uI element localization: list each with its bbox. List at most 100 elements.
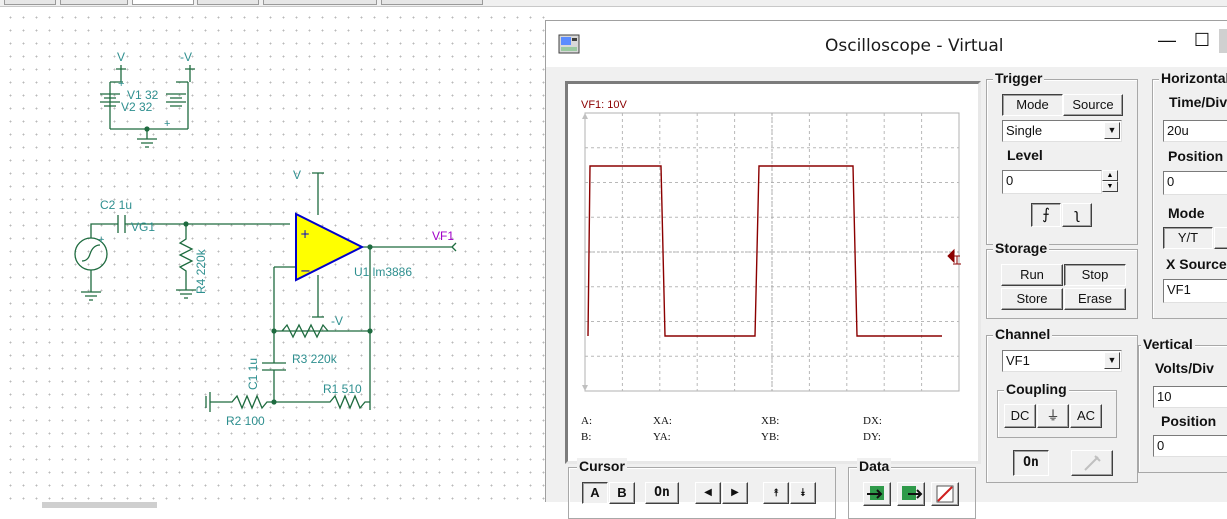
readout-b: B: <box>581 431 592 443</box>
r2-ground <box>205 392 211 412</box>
readout-dx: DX: <box>863 415 882 427</box>
r4-resistor[interactable] <box>176 224 196 299</box>
opamp-minus-input: − <box>300 264 311 279</box>
scope-display: VF1: 10V <box>581 99 961 392</box>
close-button[interactable] <box>1219 29 1227 53</box>
junction-dot <box>367 244 373 250</box>
toolbar-tab[interactable] <box>132 0 194 5</box>
c1-capacitor[interactable] <box>262 331 286 402</box>
coupling-group: Coupling DC ⏚ AC <box>997 381 1117 438</box>
toolbar-tab[interactable] <box>197 0 259 5</box>
trigger-mode-button[interactable]: Mode <box>1002 94 1063 116</box>
output-wire <box>362 242 457 252</box>
source-plus-sign: + <box>98 234 104 246</box>
schematic-canvas[interactable]: V -V V1 32 V2 32 C2 1u VG1 U1 lm3886 R3 … <box>0 7 545 508</box>
minimize-button[interactable]: — <box>1152 27 1182 53</box>
horizontal-position-label: Position <box>1168 148 1224 164</box>
opamp-supply-v <box>312 172 324 215</box>
oscilloscope-app-icon <box>558 34 580 54</box>
trigger-group: Trigger Mode Source Single ▼ Level 0 ▲ ▼… <box>986 70 1138 245</box>
run-button[interactable]: Run <box>1001 264 1063 286</box>
data-group: Data <box>848 458 976 519</box>
oscilloscope-window: Oscilloscope - Virtual — ☐ VF1: 10V A: B… <box>545 20 1227 519</box>
vg1-sine-glyph <box>81 244 101 262</box>
junction-dot <box>271 399 277 405</box>
ac-coupling-button[interactable]: AC <box>1070 404 1102 428</box>
volts-div-input[interactable]: 10 <box>1153 386 1227 408</box>
bottom-marker <box>582 385 588 391</box>
data-clear-icon[interactable] <box>931 482 959 506</box>
trigger-level-input[interactable]: 0 <box>1002 170 1102 194</box>
store-button[interactable]: Store <box>1001 288 1063 310</box>
channel-scale-label: VF1: 10V <box>581 99 628 111</box>
maximize-button[interactable]: ☐ <box>1187 27 1217 53</box>
readout-dy: DY: <box>863 431 881 443</box>
r2-label: R2 100 <box>226 414 265 428</box>
opamp-negv-pin-label: -V <box>331 314 343 328</box>
chevron-down-icon[interactable]: ▼ <box>1104 352 1120 369</box>
falling-edge-button[interactable]: ʅ <box>1062 203 1092 227</box>
data-import-icon[interactable] <box>863 482 891 506</box>
readout-yb: YB: <box>761 431 780 443</box>
junction-dot <box>367 328 373 334</box>
opamp-supply-negv <box>312 275 324 318</box>
channel-title: Channel <box>993 326 1053 342</box>
channel-select[interactable]: VF1 ▼ <box>1002 350 1122 372</box>
r1-r2-resistors[interactable] <box>210 394 370 410</box>
stop-button[interactable]: Stop <box>1064 264 1126 286</box>
source-ground <box>81 270 101 301</box>
data-title: Data <box>857 458 892 474</box>
toolbar-tab[interactable] <box>381 0 483 5</box>
toolbar-tab[interactable] <box>60 0 128 5</box>
oscilloscope-screen[interactable]: VF1: 10V A: B: XA: YA: XB: YB: DX: DY: <box>565 81 981 464</box>
toolbar-tab[interactable] <box>263 0 377 5</box>
u1-label: U1 lm3886 <box>354 265 412 279</box>
spin-down-icon[interactable]: ▼ <box>1102 181 1118 192</box>
v-terminal <box>116 65 126 70</box>
coupling-title: Coupling <box>1004 381 1069 397</box>
level-spinner[interactable]: ▲ ▼ <box>1102 170 1118 192</box>
horizontal-position-input[interactable]: 0 <box>1163 171 1227 195</box>
oscilloscope-titlebar[interactable]: Oscilloscope - Virtual — ☐ <box>546 21 1227 67</box>
rising-edge-button[interactable]: ⨍ <box>1031 203 1061 227</box>
data-export-icon[interactable] <box>897 482 925 506</box>
chevron-down-icon[interactable]: ▼ <box>1104 122 1120 139</box>
node-neg-v-label: -V <box>180 50 192 64</box>
toolbar-tab[interactable] <box>4 0 56 5</box>
storage-group: Storage Run Stop Store Erase <box>986 240 1138 319</box>
v2-battery[interactable] <box>166 93 186 107</box>
window-title: Oscilloscope - Virtual <box>825 36 1004 56</box>
top-toolbar <box>0 0 1227 7</box>
r4-label: R4 220k <box>194 248 208 294</box>
canvas-scrollbar[interactable] <box>42 502 157 508</box>
volts-div-label: Volts/Div <box>1155 360 1214 376</box>
x-source-select[interactable]: VF1 <box>1163 279 1227 303</box>
spin-up-icon[interactable]: ▲ <box>1102 170 1118 181</box>
time-div-input[interactable]: 20u <box>1163 120 1227 142</box>
time-div-label: Time/Div <box>1169 94 1227 110</box>
trigger-mode-select[interactable]: Single ▼ <box>1002 120 1122 142</box>
trigger-source-button[interactable]: Source <box>1063 94 1123 116</box>
vg1-label: VG1 <box>131 220 155 234</box>
dc-coupling-button[interactable]: DC <box>1004 404 1036 428</box>
c2-capacitor[interactable] <box>90 215 290 238</box>
junction-dot <box>144 126 150 132</box>
junction-dot <box>183 221 189 227</box>
vertical-group: Vertical Volts/Div 10 Position 0 <box>1138 336 1227 473</box>
vertical-position-label: Position <box>1161 413 1217 429</box>
r3-label: R3 220k <box>292 352 338 366</box>
channel-on-button[interactable]: On <box>1013 450 1049 476</box>
v2-label: V2 32 <box>121 100 153 114</box>
top-marker <box>582 113 588 119</box>
scope-grid <box>584 112 960 392</box>
xy-mode-button[interactable] <box>1214 227 1227 249</box>
gnd-coupling-button[interactable]: ⏚ <box>1037 404 1069 428</box>
erase-button[interactable]: Erase <box>1064 288 1126 310</box>
horizontal-group: Horizontal Time/Div 20u Position 0 Mode … <box>1152 70 1227 319</box>
vf1-probe-label: VF1 <box>432 229 454 243</box>
trigger-title: Trigger <box>993 70 1045 86</box>
r1-label: R1 510 <box>323 382 362 396</box>
probe-pen-icon[interactable] <box>1071 450 1113 476</box>
vertical-position-input[interactable]: 0 <box>1153 435 1227 457</box>
yt-mode-button[interactable]: Y/T <box>1163 227 1213 249</box>
